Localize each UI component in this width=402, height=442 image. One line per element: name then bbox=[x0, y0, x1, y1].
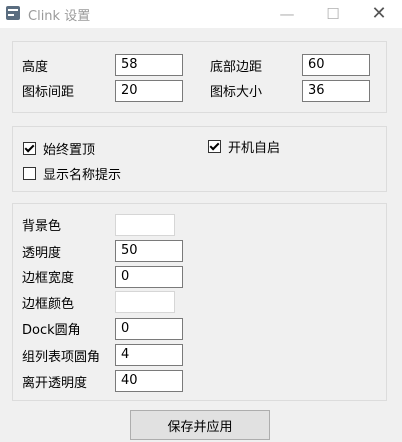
icon-size-label: 图标大小 bbox=[210, 85, 263, 100]
height-label: 高度 bbox=[22, 60, 49, 75]
border-color-label: 边框颜色 bbox=[22, 297, 75, 312]
always-on-top-check-icon[interactable] bbox=[23, 142, 36, 155]
show-name-tip-label: 显示名称提示 bbox=[43, 168, 122, 183]
save-and-apply-button[interactable]: 保存并应用 bbox=[130, 410, 270, 440]
leave-opacity-label: 离开透明度 bbox=[22, 376, 88, 391]
minimize-icon[interactable]: — bbox=[264, 0, 310, 28]
size-settings-group: 高度 58 底部边距 60 图标间距 20 图标大小 36 bbox=[12, 41, 387, 113]
always-on-top-label: 始终置顶 bbox=[43, 143, 96, 158]
bottom-margin-input[interactable]: 60 bbox=[302, 54, 370, 76]
bottom-margin-label: 底部边距 bbox=[210, 60, 263, 75]
maximize-icon[interactable]: ☐ bbox=[310, 0, 356, 28]
autostart-checkbox[interactable]: 开机自启 bbox=[208, 137, 280, 156]
icon-spacing-input[interactable]: 20 bbox=[115, 80, 183, 102]
border-width-label: 边框宽度 bbox=[22, 271, 75, 286]
show-name-tip-check-icon[interactable] bbox=[23, 167, 36, 180]
show-name-tip-checkbox[interactable]: 显示名称提示 bbox=[23, 164, 121, 183]
background-color-label: 背景色 bbox=[22, 219, 62, 234]
border-color-swatch[interactable] bbox=[115, 291, 175, 313]
height-input[interactable]: 58 bbox=[115, 54, 183, 76]
dock-radius-label: Dock圆角 bbox=[22, 323, 81, 338]
autostart-check-icon[interactable] bbox=[208, 140, 221, 153]
options-group: 始终置顶 开机自启 显示名称提示 bbox=[12, 126, 387, 192]
close-icon[interactable]: ✕ bbox=[356, 0, 402, 28]
background-color-swatch[interactable] bbox=[115, 214, 175, 236]
border-width-input[interactable]: 0 bbox=[115, 266, 183, 288]
appearance-group: 背景色 透明度 50 边框宽度 0 边框颜色 Dock圆角 0 组列表项圆角 4… bbox=[12, 203, 387, 401]
leave-opacity-input[interactable]: 40 bbox=[115, 370, 183, 392]
opacity-label: 透明度 bbox=[22, 246, 62, 261]
opacity-input[interactable]: 50 bbox=[115, 240, 183, 262]
app-icon bbox=[6, 6, 20, 20]
window-title: Clink 设置 bbox=[28, 9, 91, 24]
group-list-radius-label: 组列表项圆角 bbox=[22, 350, 101, 365]
group-list-radius-input[interactable]: 4 bbox=[115, 344, 183, 366]
icon-spacing-label: 图标间距 bbox=[22, 85, 75, 100]
dock-radius-input[interactable]: 0 bbox=[115, 318, 183, 340]
title-bar: Clink 设置 — ☐ ✕ bbox=[0, 0, 402, 28]
always-on-top-checkbox[interactable]: 始终置顶 bbox=[23, 139, 95, 158]
icon-size-input[interactable]: 36 bbox=[302, 80, 370, 102]
autostart-label: 开机自启 bbox=[228, 141, 281, 156]
